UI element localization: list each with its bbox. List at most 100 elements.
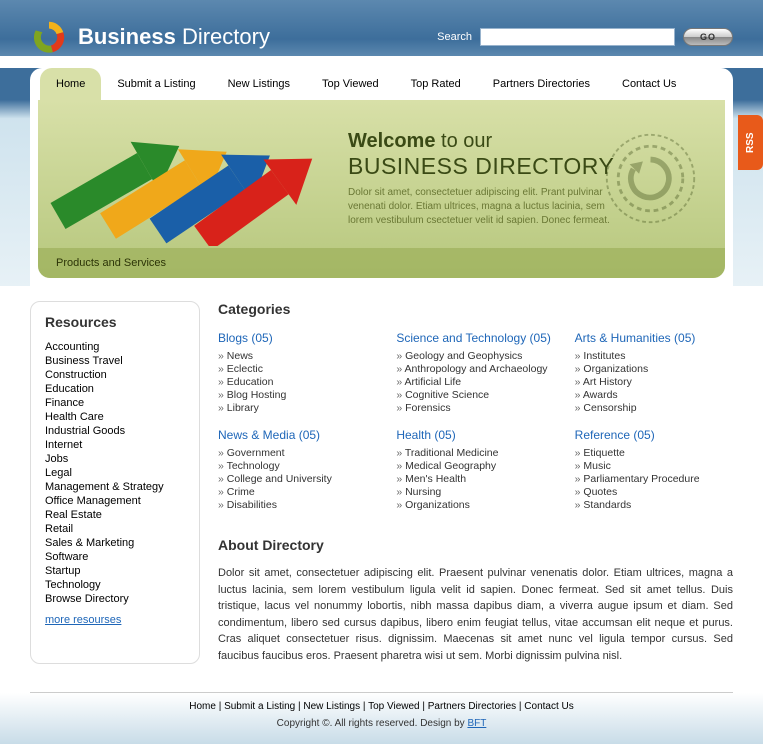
category-item[interactable]: Censorship (575, 401, 733, 414)
category-title[interactable]: News & Media (05) (218, 428, 376, 442)
arrows-illustration (48, 116, 328, 246)
hero-welcome: Welcome to our (348, 130, 618, 153)
category-item[interactable]: Medical Geography (396, 459, 554, 472)
category-item[interactable]: Geology and Geophysics (396, 349, 554, 362)
hero-bar[interactable]: Products and Services (38, 248, 725, 278)
sidebar-item[interactable]: Education (45, 382, 185, 396)
header: Business Directory Search GO (0, 0, 763, 56)
sidebar-item[interactable]: Internet (45, 438, 185, 452)
nav-item-partners-directories[interactable]: Partners Directories (477, 68, 606, 100)
category-item[interactable]: Institutes (575, 349, 733, 362)
category-item[interactable]: Disabilities (218, 498, 376, 511)
search-form: Search GO (437, 28, 733, 46)
sidebar-item[interactable]: Technology (45, 578, 185, 592)
category-item[interactable]: Nursing (396, 485, 554, 498)
refresh-circle-icon (30, 18, 68, 56)
sidebar-item[interactable]: Accounting (45, 340, 185, 354)
main-nav: HomeSubmit a ListingNew ListingsTop View… (30, 68, 733, 100)
search-label: Search (437, 31, 472, 43)
category-block: Health (05) Traditional MedicineMedical G… (396, 428, 554, 511)
category-block: Blogs (05) NewsEclecticEducationBlog Host… (218, 331, 376, 414)
category-item[interactable]: Eclectic (218, 362, 376, 375)
footer-link[interactable]: Top Viewed (368, 701, 420, 712)
category-block: Arts & Humanities (05) InstitutesOrganiza… (575, 331, 733, 414)
footer-copyright: Copyright ©. All rights reserved. Design… (0, 718, 763, 729)
footer-link[interactable]: Partners Directories (428, 701, 516, 712)
footer-link[interactable]: New Listings (303, 701, 360, 712)
category-item[interactable]: Art History (575, 375, 733, 388)
category-block: Science and Technology (05) Geology and G… (396, 331, 554, 414)
category-title[interactable]: Health (05) (396, 428, 554, 442)
category-item[interactable]: Blog Hosting (218, 388, 376, 401)
nav-item-top-viewed[interactable]: Top Viewed (306, 68, 395, 100)
category-title[interactable]: Arts & Humanities (05) (575, 331, 733, 345)
category-item[interactable]: Traditional Medicine (396, 446, 554, 459)
category-title[interactable]: Science and Technology (05) (396, 331, 554, 345)
category-item[interactable]: Music (575, 459, 733, 472)
category-item[interactable]: Men's Health (396, 472, 554, 485)
nav-item-new-listings[interactable]: New Listings (212, 68, 306, 100)
hero-description: Dolor sit amet, consectetuer adipiscing … (348, 186, 618, 228)
footer-link[interactable]: Contact Us (524, 701, 573, 712)
about-title: About Directory (218, 537, 733, 553)
hero-banner: Welcome to our BUSINESS DIRECTORY Dolor … (38, 100, 725, 278)
sidebar-item[interactable]: Business Travel (45, 354, 185, 368)
category-item[interactable]: Standards (575, 498, 733, 511)
sidebar-item[interactable]: Construction (45, 368, 185, 382)
logo-area[interactable]: Business Directory (30, 18, 270, 56)
category-block: News & Media (05) GovernmentTechnologyCol… (218, 428, 376, 511)
footer-links: Home | Submit a Listing | New Listings |… (0, 701, 763, 712)
footer-link[interactable]: Submit a Listing (224, 701, 295, 712)
category-block: Reference (05) EtiquetteMusicParliamentar… (575, 428, 733, 511)
category-title[interactable]: Blogs (05) (218, 331, 376, 345)
sidebar-item[interactable]: Industrial Goods (45, 424, 185, 438)
category-item[interactable]: Government (218, 446, 376, 459)
category-item[interactable]: Education (218, 375, 376, 388)
sidebar: Resources AccountingBusiness TravelConst… (30, 301, 200, 664)
designer-link[interactable]: BFT (467, 718, 486, 729)
category-item[interactable]: Parliamentary Procedure (575, 472, 733, 485)
nav-item-contact-us[interactable]: Contact Us (606, 68, 692, 100)
main-content: Categories Blogs (05) NewsEclecticEducati… (218, 301, 733, 664)
rss-tab[interactable]: RSS (738, 115, 763, 170)
footer-link[interactable]: Home (189, 701, 216, 712)
sidebar-item[interactable]: Software (45, 550, 185, 564)
site-title: Business Directory (78, 24, 270, 50)
nav-item-home[interactable]: Home (40, 68, 101, 100)
sidebar-item[interactable]: Health Care (45, 410, 185, 424)
category-item[interactable]: Technology (218, 459, 376, 472)
sidebar-item[interactable]: Real Estate (45, 508, 185, 522)
sidebar-item[interactable]: Legal (45, 466, 185, 480)
sidebar-item[interactable]: Sales & Marketing (45, 536, 185, 550)
sidebar-item[interactable]: Finance (45, 396, 185, 410)
nav-item-submit-a-listing[interactable]: Submit a Listing (101, 68, 211, 100)
category-item[interactable]: Anthropology and Archaeology (396, 362, 554, 375)
about-text: Dolor sit amet, consectetuer adipiscing … (218, 565, 733, 664)
sidebar-item[interactable]: Browse Directory (45, 592, 185, 606)
category-item[interactable]: Organizations (396, 498, 554, 511)
category-item[interactable]: Crime (218, 485, 376, 498)
categories-title: Categories (218, 301, 733, 317)
category-item[interactable]: Quotes (575, 485, 733, 498)
footer: Home | Submit a Listing | New Listings |… (0, 693, 763, 744)
nav-item-top-rated[interactable]: Top Rated (395, 68, 477, 100)
category-item[interactable]: Library (218, 401, 376, 414)
category-item[interactable]: Etiquette (575, 446, 733, 459)
more-resources-link[interactable]: more resourses (45, 614, 121, 626)
category-item[interactable]: Awards (575, 388, 733, 401)
hero-title: BUSINESS DIRECTORY (348, 153, 618, 180)
category-title[interactable]: Reference (05) (575, 428, 733, 442)
category-item[interactable]: College and University (218, 472, 376, 485)
category-item[interactable]: Organizations (575, 362, 733, 375)
category-item[interactable]: News (218, 349, 376, 362)
search-input[interactable] (480, 28, 675, 46)
sidebar-item[interactable]: Management & Strategy (45, 480, 185, 494)
category-item[interactable]: Forensics (396, 401, 554, 414)
sidebar-item[interactable]: Retail (45, 522, 185, 536)
sidebar-item[interactable]: Jobs (45, 452, 185, 466)
category-item[interactable]: Artificial Life (396, 375, 554, 388)
sidebar-item[interactable]: Office Management (45, 494, 185, 508)
sidebar-item[interactable]: Startup (45, 564, 185, 578)
category-item[interactable]: Cognitive Science (396, 388, 554, 401)
search-go-button[interactable]: GO (683, 28, 733, 46)
